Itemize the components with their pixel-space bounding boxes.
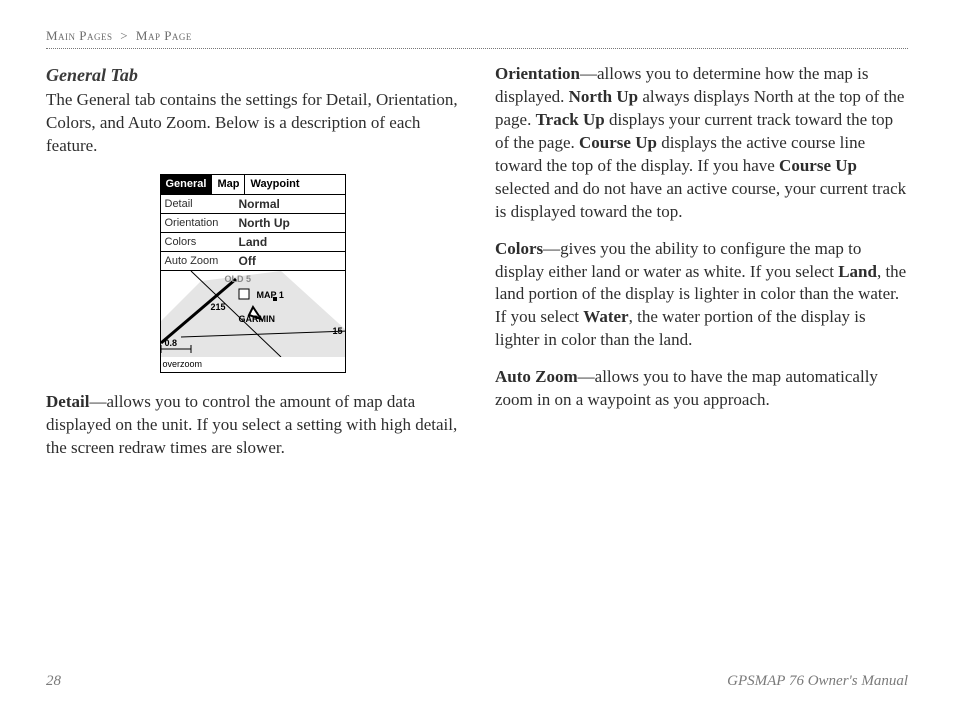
map-preview: MAP 1 GARMIN 215 0.8 15 OLD 5: [161, 271, 345, 357]
row-detail: Detail Normal: [161, 195, 345, 214]
breadcrumb-b: Map Page: [136, 28, 192, 43]
autozoom-label: Auto Zoom: [495, 367, 578, 386]
row-label: Colors: [165, 235, 239, 250]
settings-rows: Detail Normal Orientation North Up Color…: [161, 195, 345, 271]
row-value: North Up: [239, 215, 290, 231]
tab-general: General: [161, 175, 213, 194]
page-number: 28: [46, 673, 61, 690]
right-column: Orientation—allows you to determine how …: [495, 63, 908, 474]
orientation-label: Orientation: [495, 64, 580, 83]
map-old-label: OLD 5: [225, 273, 252, 285]
left-column: General Tab The General tab contains the…: [46, 63, 459, 474]
doc-title: GPSMAP 76 Owner's Manual: [727, 673, 908, 690]
track-up: Track Up: [536, 110, 605, 129]
row-label: Auto Zoom: [165, 254, 239, 269]
page-footer: 28 GPSMAP 76 Owner's Manual: [46, 673, 908, 690]
breadcrumb-sep: >: [120, 28, 128, 43]
detail-paragraph: Detail—allows you to control the amount …: [46, 391, 459, 460]
land: Land: [838, 262, 877, 281]
course-up2: Course Up: [779, 156, 857, 175]
breadcrumb-a: Main Pages: [46, 28, 113, 43]
breadcrumb: Main Pages > Map Page: [46, 28, 908, 44]
row-label: Orientation: [165, 216, 239, 231]
detail-label: Detail: [46, 392, 89, 411]
autozoom-paragraph: Auto Zoom—allows you to have the map aut…: [495, 366, 908, 412]
header-divider: [46, 48, 908, 49]
tab-map: Map: [212, 175, 245, 194]
t: —gives you the ability to configure the …: [495, 239, 861, 281]
map-brand-label: GARMIN: [239, 313, 276, 325]
manual-page: Main Pages > Map Page General Tab The Ge…: [0, 0, 954, 716]
intro-paragraph: The General tab contains the settings fo…: [46, 89, 459, 158]
row-value: Land: [239, 234, 268, 250]
map-overzoom: overzoom: [161, 357, 345, 372]
device-screenshot: General Map Waypoint Detail Normal Orien…: [160, 174, 346, 373]
map-dist-label: 215: [211, 301, 226, 313]
north-up: North Up: [569, 87, 638, 106]
course-up: Course Up: [579, 133, 657, 152]
row-value: Normal: [239, 196, 280, 212]
map-right-label: 15: [332, 325, 342, 337]
colors-paragraph: Colors—gives you the ability to configur…: [495, 238, 908, 353]
row-label: Detail: [165, 197, 239, 212]
colors-label: Colors: [495, 239, 543, 258]
device-tabs: General Map Waypoint: [161, 175, 345, 195]
row-autozoom: Auto Zoom Off: [161, 252, 345, 271]
t: selected and do not have an active cours…: [495, 179, 906, 221]
map-scale-label: 0.8: [165, 337, 178, 349]
row-orientation: Orientation North Up: [161, 214, 345, 233]
map-wp-label: MAP 1: [257, 289, 284, 301]
row-value: Off: [239, 253, 256, 269]
row-colors: Colors Land: [161, 233, 345, 252]
content-columns: General Tab The General tab contains the…: [46, 63, 908, 474]
detail-body: —allows you to control the amount of map…: [46, 392, 457, 457]
section-heading: General Tab: [46, 63, 459, 87]
orientation-paragraph: Orientation—allows you to determine how …: [495, 63, 908, 224]
tab-waypoint: Waypoint: [245, 175, 304, 194]
water: Water: [583, 307, 628, 326]
